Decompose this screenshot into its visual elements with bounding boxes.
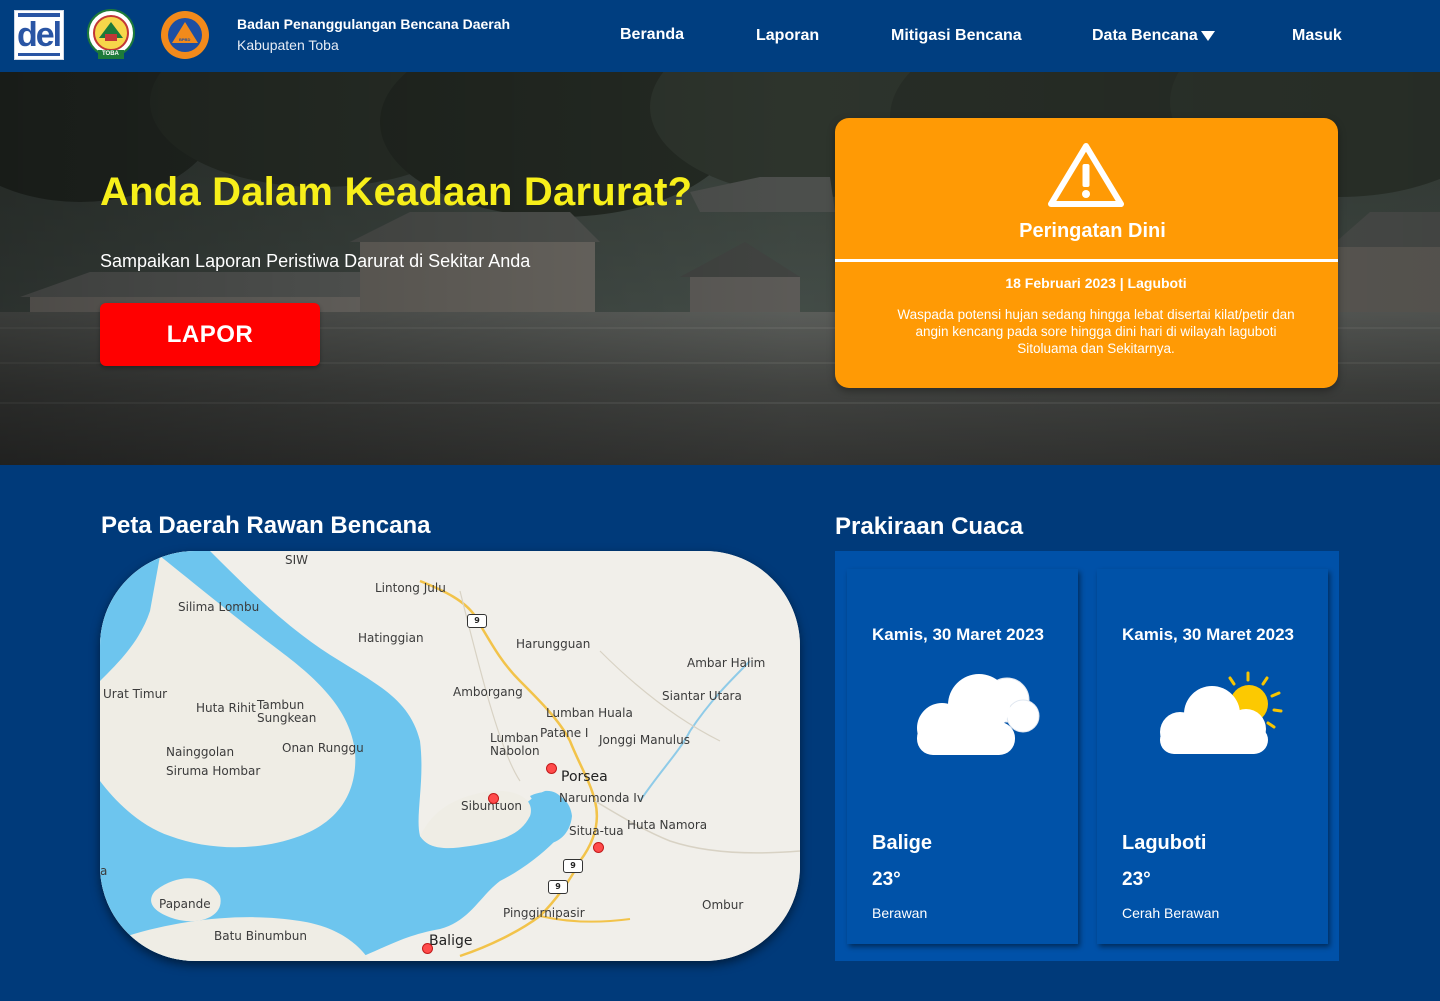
map-label: SIW: [285, 553, 309, 567]
map-label: a: [100, 864, 108, 878]
nav-masuk[interactable]: Masuk: [1292, 27, 1342, 45]
weather-forecast-panel: Kamis, 30 Maret 2023 Balige 23° Berawan …: [835, 551, 1339, 961]
road-number-badge: 9: [467, 614, 487, 628]
bpbd-emblem-icon: [161, 11, 209, 59]
navbar: del TOBA BPBD Badan Penanggulangan Benca…: [0, 0, 1440, 72]
warning-date-location: 18 Februari 2023 | Laguboti: [1005, 275, 1187, 291]
map-marker-balige[interactable]: [422, 943, 433, 954]
weather-card-laguboti[interactable]: Kamis, 30 Maret 2023 Laguboti 23° Cerah …: [1097, 569, 1328, 944]
map-marker-porsea[interactable]: [546, 763, 557, 774]
weather-condition: Cerah Berawan: [1122, 905, 1220, 921]
warning-title: Peringatan Dini: [1019, 220, 1166, 242]
weather-date: Kamis, 30 Maret 2023: [872, 625, 1044, 644]
del-logo[interactable]: del: [14, 10, 64, 60]
map-label: Nainggolan: [166, 745, 235, 759]
map-label: Huta Namora: [627, 818, 708, 832]
weather-temperature: 23°: [872, 869, 901, 890]
map-label: Siantar Utara: [662, 689, 742, 703]
nav-data-bencana[interactable]: Data Bencana: [1092, 27, 1198, 45]
map-section-title: Peta Daerah Rawan Bencana: [101, 512, 431, 539]
toba-regency-logo[interactable]: TOBA: [86, 8, 136, 64]
map-label: Balige: [429, 933, 473, 949]
road-number-badge: 9: [548, 880, 568, 894]
map-label: Narumonda Iv: [559, 791, 644, 805]
nav-beranda[interactable]: Beranda: [620, 26, 684, 44]
map-label: Silima Lombu: [178, 600, 260, 614]
early-warning-card: Peringatan Dini 18 Februari 2023 | Lagub…: [835, 118, 1338, 388]
org-name: Badan Penanggulangan Bencana Daerah: [237, 16, 511, 32]
map-label: Siruma Hombar: [166, 764, 261, 778]
hero-subtitle: Sampaikan Laporan Peristiwa Darurat di S…: [100, 251, 531, 271]
weather-card-balige[interactable]: Kamis, 30 Maret 2023 Balige 23° Berawan: [847, 569, 1078, 944]
map-label: Harungguan: [516, 637, 591, 651]
map-label: Amborgang: [453, 685, 523, 699]
map-label: Batu Binumbun: [214, 929, 308, 943]
nav-laporan[interactable]: Laporan: [756, 27, 819, 45]
del-logo-text: del: [17, 16, 62, 54]
map-label: Ambar Halim: [687, 656, 766, 670]
map-label: Urat Timur: [103, 687, 168, 701]
map-label: Papande: [159, 897, 211, 911]
map-label: Lumban Nabolon: [490, 731, 540, 758]
map-label: Hatinggian: [358, 631, 424, 645]
warning-divider: [835, 259, 1338, 262]
weather-temperature: 23°: [1122, 869, 1151, 890]
map-label: Pinggirnipasir: [503, 906, 585, 920]
lapor-button[interactable]: LAPOR: [100, 303, 320, 366]
weather-date: Kamis, 30 Maret 2023: [1122, 625, 1294, 644]
map-marker-situa-tua[interactable]: [593, 842, 604, 853]
warning-triangle-icon: [1048, 143, 1124, 207]
map-label: Lumban Huala: [546, 706, 633, 720]
hero-title: Anda Dalam Keadaan Darurat?: [100, 170, 693, 214]
chevron-down-icon[interactable]: [1201, 31, 1215, 41]
map-label: Onan Runggu: [282, 741, 364, 755]
map-label: Ombur: [702, 898, 744, 912]
road-number-badge: 9: [563, 859, 583, 873]
map-label: Tambun Sungkean: [257, 698, 317, 725]
weather-condition: Berawan: [872, 905, 928, 921]
partly-sunny-icon: [1160, 671, 1283, 754]
weather-section-title: Prakiraan Cuaca: [835, 513, 1024, 540]
cloud-icon: [917, 674, 1040, 755]
toba-logo-text: TOBA: [102, 51, 119, 57]
map-marker-sibuntuon[interactable]: [488, 793, 499, 804]
nav-mitigasi-bencana[interactable]: Mitigasi Bencana: [891, 27, 1022, 45]
del-logo-underline: [18, 53, 60, 56]
bpbd-logo[interactable]: BPBD: [160, 9, 210, 61]
map-label: Lintong Julu: [375, 581, 446, 595]
bpbd-logo-text: BPBD: [179, 37, 191, 42]
map-label: Jonggi Manulus: [599, 733, 690, 747]
map-label: Huta Rihit: [196, 701, 256, 715]
disaster-risk-map[interactable]: SIW Lintong Julu Silima Lombu Hatinggian…: [100, 551, 800, 961]
org-subtitle: Kabupaten Toba: [237, 37, 339, 53]
hero-banner: Anda Dalam Keadaan Darurat? Sampaikan La…: [0, 72, 1440, 465]
weather-city: Balige: [872, 832, 933, 854]
weather-city: Laguboti: [1122, 832, 1207, 854]
warning-message: Waspada potensi hujan sedang hingga leba…: [897, 307, 1295, 356]
map-label: Situa-tua: [569, 824, 624, 838]
map-label: Porsea: [561, 769, 608, 785]
